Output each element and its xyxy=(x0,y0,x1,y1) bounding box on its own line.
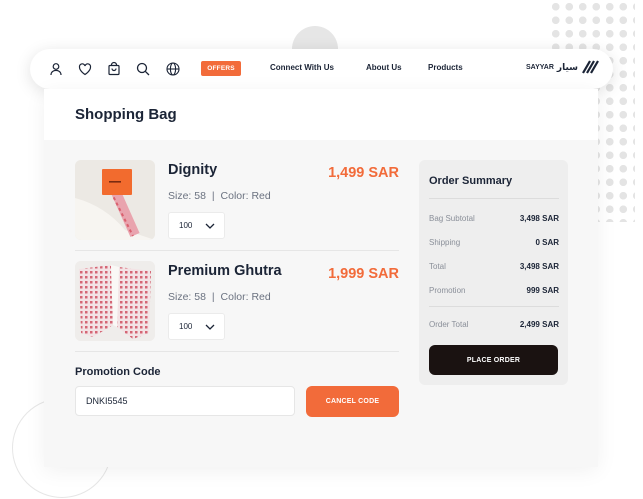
summary-label: Total xyxy=(429,262,446,271)
offers-button[interactable]: OFFERS xyxy=(201,61,241,76)
summary-label: Bag Subtotal xyxy=(429,214,475,223)
brand-logo[interactable]: SAYYAR سيار xyxy=(526,59,599,75)
color-label: Color: xyxy=(220,190,249,202)
page-title: Shopping Bag xyxy=(75,106,177,123)
item-attributes: Size: 58 | Color: Red xyxy=(168,291,271,303)
divider xyxy=(429,198,559,199)
promotion-code-label: Promotion Code xyxy=(75,366,161,378)
item-price: 1,499 SAR xyxy=(328,165,399,181)
quantity-select[interactable]: 100 xyxy=(168,212,225,239)
summary-value: 0 SAR xyxy=(535,238,559,247)
brand-mark-icon xyxy=(582,60,599,74)
heart-icon[interactable] xyxy=(77,61,93,77)
item-price: 1,999 SAR xyxy=(328,266,399,282)
search-icon[interactable] xyxy=(135,61,151,77)
chevron-down-icon xyxy=(205,324,215,330)
promotion-code-input[interactable] xyxy=(75,386,295,416)
color-value: Red xyxy=(251,291,271,303)
size-value: 58 xyxy=(194,190,206,202)
size-label: Size: xyxy=(168,291,192,303)
quantity-value: 100 xyxy=(179,221,193,230)
summary-label: Promotion xyxy=(429,286,466,295)
summary-label: Order Total xyxy=(429,320,469,329)
order-summary-panel: Order Summary Bag Subtotal 3,498 SAR Shi… xyxy=(419,160,568,385)
item-attributes: Size: 58 | Color: Red xyxy=(168,190,271,202)
brand-text: SAYYAR xyxy=(526,63,554,71)
quantity-value: 100 xyxy=(179,322,193,331)
summary-value: 999 SAR xyxy=(526,286,559,295)
size-label: Size: xyxy=(168,190,192,202)
nav-link-products[interactable]: Products xyxy=(428,63,463,72)
globe-icon[interactable] xyxy=(165,61,181,77)
color-label: Color: xyxy=(220,291,249,303)
brand-arabic-text: سيار xyxy=(556,61,578,72)
item-name[interactable]: Dignity xyxy=(168,162,217,178)
color-value: Red xyxy=(251,190,271,202)
summary-value: 3,498 SAR xyxy=(519,262,559,271)
product-image[interactable] xyxy=(75,261,155,341)
item-name[interactable]: Premium Ghutra xyxy=(168,263,282,279)
cart-item: Premium Ghutra 1,999 SAR Size: 58 | Colo… xyxy=(75,261,399,352)
divider xyxy=(429,306,559,307)
bag-icon[interactable] xyxy=(106,61,122,77)
summary-label: Shipping xyxy=(429,238,461,247)
place-order-button[interactable]: PLACE ORDER xyxy=(429,345,558,375)
summary-value: 2,499 SAR xyxy=(519,320,559,329)
user-icon[interactable] xyxy=(48,61,64,77)
order-summary-title: Order Summary xyxy=(429,175,513,187)
summary-value: 3,498 SAR xyxy=(519,214,559,223)
product-image[interactable] xyxy=(75,160,155,240)
card-header: Shopping Bag xyxy=(44,89,598,140)
shopping-bag-card: Shopping Bag Dignity 1,499 SAR Size: 58 … xyxy=(44,89,598,467)
nav-link-connect[interactable]: Connect With Us xyxy=(270,63,334,72)
cart-item: Dignity 1,499 SAR Size: 58 | Color: Red … xyxy=(75,160,399,251)
size-value: 58 xyxy=(194,291,206,303)
cancel-code-button[interactable]: CANCEL CODE xyxy=(306,386,399,417)
nav-link-about[interactable]: About Us xyxy=(366,63,402,72)
quantity-select[interactable]: 100 xyxy=(168,313,225,340)
top-navbar: OFFERS Connect With Us About Us Products… xyxy=(30,49,613,89)
chevron-down-icon xyxy=(205,223,215,229)
